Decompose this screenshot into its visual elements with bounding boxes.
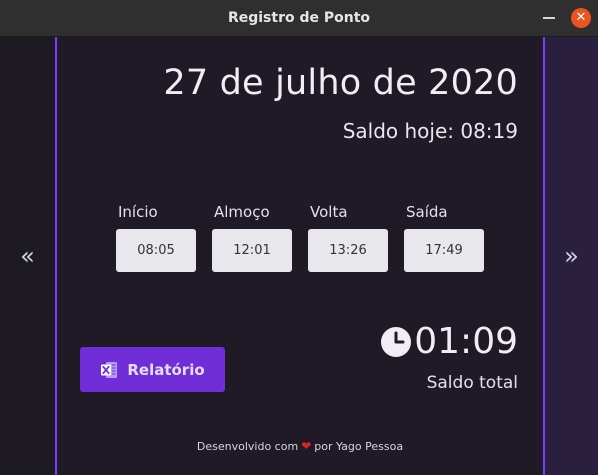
- relatorio-button[interactable]: Relatório: [80, 347, 225, 392]
- slot-saida: Saída 17:49: [404, 203, 484, 272]
- close-icon: ✕: [575, 10, 587, 25]
- saldo-hoje: Saldo hoje: 08:19: [342, 119, 518, 143]
- title-bar: Registro de Ponto ✕: [0, 0, 598, 37]
- slot-label: Almoço: [214, 203, 270, 221]
- footer-credit: Desenvolvido com ❤ por Yago Pessoa: [57, 439, 543, 453]
- main-panel: 27 de julho de 2020 Saldo hoje: 08:19 In…: [55, 37, 545, 475]
- next-day-panel: »: [545, 37, 598, 475]
- excel-icon: [101, 361, 118, 378]
- heart-icon: ❤: [301, 439, 312, 453]
- clock-icon: [381, 327, 411, 357]
- window-title: Registro de Ponto: [227, 10, 371, 26]
- saldo-total-label: Saldo total: [426, 373, 518, 393]
- slot-volta: Volta 13:26: [308, 203, 388, 272]
- time-input-volta[interactable]: 13:26: [308, 229, 388, 272]
- slot-inicio: Início 08:05: [116, 203, 196, 272]
- footer-suffix: por Yago Pessoa: [314, 440, 404, 453]
- saldo-total-value: 01:09: [414, 321, 518, 362]
- minimize-button[interactable]: [543, 17, 555, 19]
- slot-label: Volta: [310, 203, 348, 221]
- slot-label: Saída: [406, 203, 448, 221]
- slot-almoco: Almoço 12:01: [212, 203, 292, 272]
- footer-prefix: Desenvolvido com: [196, 440, 299, 453]
- time-input-almoco[interactable]: 12:01: [212, 229, 292, 272]
- next-day-button[interactable]: »: [564, 242, 579, 270]
- prev-day-panel: «: [0, 37, 55, 475]
- current-date: 27 de julho de 2020: [163, 63, 518, 103]
- close-button[interactable]: ✕: [571, 8, 591, 28]
- time-input-inicio[interactable]: 08:05: [116, 229, 196, 272]
- slot-label: Início: [118, 203, 158, 221]
- prev-day-button[interactable]: «: [20, 242, 35, 270]
- relatorio-label: Relatório: [127, 360, 205, 379]
- time-input-saida[interactable]: 17:49: [404, 229, 484, 272]
